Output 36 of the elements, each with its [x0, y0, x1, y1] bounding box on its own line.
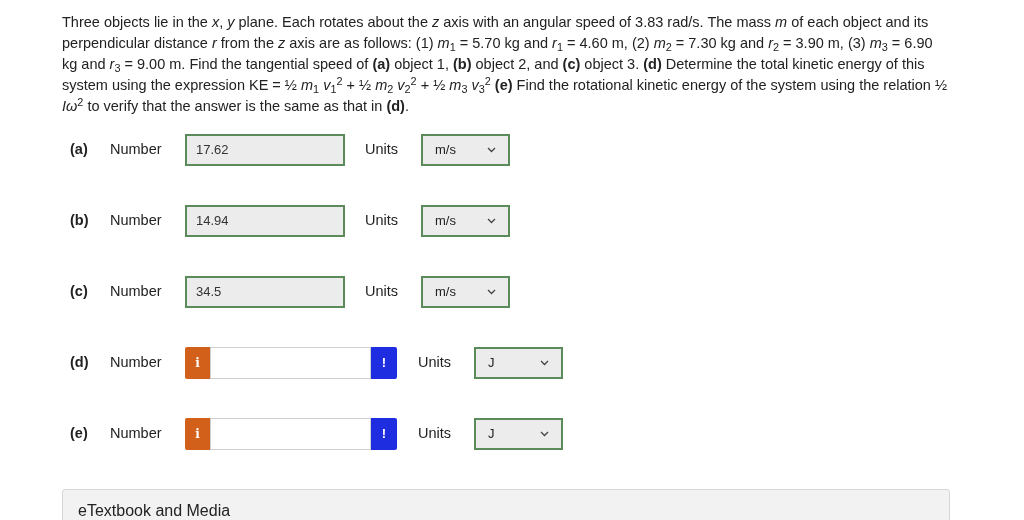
- units-dropdown[interactable]: J: [474, 347, 563, 379]
- units-label: Units: [418, 424, 453, 444]
- question-text: Three objects lie in the x, y plane. Each rotates about the z axis with an angular speed of 3.83 rad/s. The mass m of each object and its perpendicular distance r from the z axis are as follows: (1) m$_{1}$ = 5.70 kg and r$_{1}$ = 4.60 m, (2) m$_{2}$ = 7.30 kg and r$_{2}$ = 3.90 m, (3) m$_{3}$ = 6.90 kg and r$_{3}$ = 9.00 m. Find the tangential speed of (a) object 1, (b) object 2, and (c) object 3. (d) Determine the total kinetic energy of this system using the expression KE = ½ m$_{1}$ v$_{1}$$^{2}$ + ½ m$_{2}$ v$_{2}$$^{2}$ + ½ m$_{3}$ v$_{3}$$^{2}$ (e) Find the rotational kinetic energy of the system using the relation ½ Iω$^{2}$ to verify that the answer is the same as that in (d).: [62, 13, 949, 116]
- units-label: Units: [365, 211, 400, 231]
- chevron-down-icon: [540, 431, 549, 437]
- answer-field[interactable]: 34.5: [185, 276, 345, 308]
- units-dropdown[interactable]: m/s: [421, 134, 510, 166]
- answer-field[interactable]: [210, 418, 371, 450]
- alert-badge[interactable]: !: [371, 347, 397, 379]
- footer-title[interactable]: eTextbook and Media: [78, 502, 231, 519]
- part-label: (c): [70, 282, 89, 302]
- part-label: (a): [70, 140, 89, 160]
- units-dropdown[interactable]: m/s: [421, 276, 510, 308]
- units-label: Units: [418, 353, 453, 373]
- chevron-down-icon: [540, 360, 549, 366]
- answer-field[interactable]: 17.62: [185, 134, 345, 166]
- number-label: Number: [110, 211, 163, 231]
- units-label: Units: [365, 140, 400, 160]
- part-label: (b): [70, 211, 90, 231]
- number-label: Number: [110, 353, 163, 373]
- number-label: Number: [110, 282, 163, 302]
- answer-field[interactable]: 14.94: [185, 205, 345, 237]
- units-label: Units: [365, 282, 400, 302]
- chevron-down-icon: [487, 147, 496, 153]
- info-badge[interactable]: i: [185, 418, 210, 450]
- info-badge[interactable]: i: [185, 347, 210, 379]
- part-label: (e): [70, 424, 89, 444]
- units-dropdown[interactable]: m/s: [421, 205, 510, 237]
- chevron-down-icon: [487, 289, 496, 295]
- answer-field[interactable]: [210, 347, 371, 379]
- units-dropdown[interactable]: J: [474, 418, 563, 450]
- number-label: Number: [110, 424, 163, 444]
- alert-badge[interactable]: !: [371, 418, 397, 450]
- chevron-down-icon: [487, 218, 496, 224]
- number-label: Number: [110, 140, 163, 160]
- part-label: (d): [70, 353, 90, 373]
